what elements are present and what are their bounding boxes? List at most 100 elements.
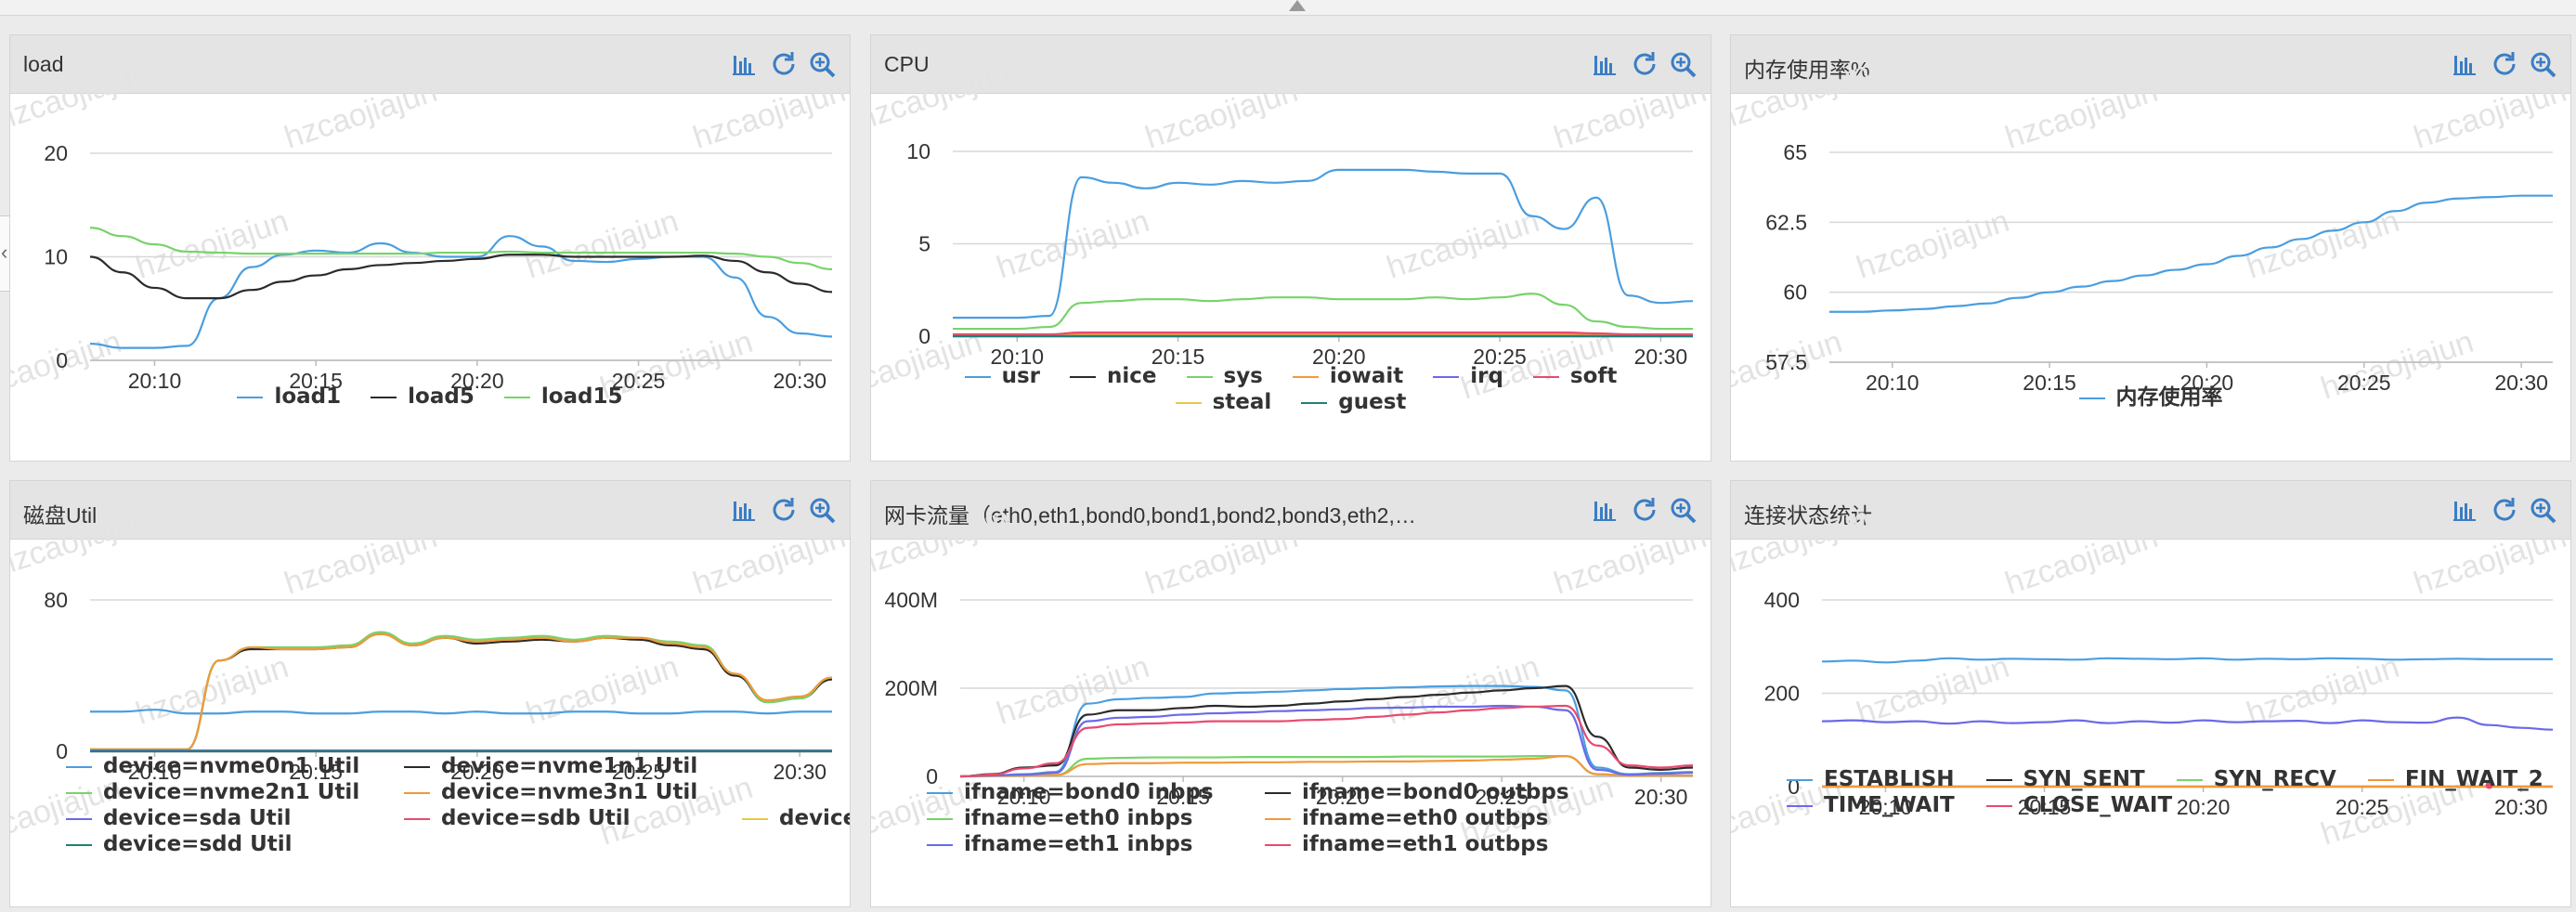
legend-item[interactable]: sys [1186, 364, 1263, 388]
chart-legend: 内存使用率 [1731, 379, 2570, 410]
legend-label: iowait [1329, 364, 1404, 388]
legend-item[interactable]: 内存使用率 [2078, 379, 2223, 410]
legend-swatch [371, 396, 397, 398]
legend-item[interactable]: ifname=bond0 inbps [927, 780, 1233, 804]
refresh-icon[interactable] [768, 495, 800, 525]
legend-item[interactable]: ifname=eth1 inbps [927, 832, 1233, 856]
legend-item[interactable]: SYN_SENT [1985, 767, 2145, 791]
legend-item[interactable]: irq [1433, 364, 1503, 388]
legend-label: guest [1338, 390, 1407, 414]
bar-chart-icon[interactable] [2450, 495, 2481, 525]
legend-item[interactable]: device=nvme1n1 Util [404, 754, 710, 778]
legend-swatch [742, 817, 768, 820]
watermark-text: hzcaojiajun [1383, 649, 1544, 732]
legend-swatch [1175, 401, 1202, 404]
legend-item[interactable]: guest [1301, 390, 1406, 414]
legend-item[interactable]: steal [1175, 390, 1272, 414]
legend-swatch [927, 843, 953, 846]
legend-item[interactable]: CLOSE_WAIT [1985, 793, 2172, 817]
refresh-icon[interactable] [768, 49, 800, 79]
collapse-arrow-icon[interactable] [1289, 0, 1306, 11]
legend-item[interactable]: load1 [237, 384, 341, 409]
top-bar [0, 0, 2576, 16]
legend-item[interactable]: device=nvme3n1 Util [404, 780, 710, 804]
legend-item[interactable]: device=nvme0n1 Util [66, 754, 372, 778]
legend-swatch [404, 791, 430, 794]
legend-label: load1 [274, 384, 342, 409]
chart-legend: device=nvme0n1 Util device=nvme1n1 Util de… [10, 754, 850, 858]
legend-item[interactable]: usr [964, 364, 1040, 388]
refresh-icon[interactable] [2489, 49, 2520, 79]
legend-swatch [964, 375, 991, 378]
legend-swatch [1301, 401, 1328, 404]
legend-swatch [404, 817, 430, 820]
legend-item[interactable]: ifname=bond0 outbps [1265, 780, 1571, 804]
refresh-icon[interactable] [2489, 495, 2520, 525]
legend-item[interactable]: device=sdb Util [404, 806, 710, 830]
series-line [1821, 716, 2554, 731]
legend-label: irq [1470, 364, 1503, 388]
chart-svg: hzcaojiajun hzcaojiajun hzcaojiajunhzcaoji… [1731, 501, 2570, 853]
legend-label: ifname=eth0 outbps [1302, 806, 1549, 830]
bar-chart-icon[interactable] [1590, 495, 1621, 525]
legend-item[interactable]: load5 [371, 384, 475, 409]
legend-item[interactable]: iowait [1292, 364, 1404, 388]
legend-item[interactable]: device=nvme2n1 Util [66, 780, 372, 804]
legend-swatch [1787, 804, 1813, 807]
legend-item[interactable]: SYN_RECV [2176, 767, 2336, 791]
watermark-text: hzcaojiajun [522, 649, 683, 732]
bar-chart-icon[interactable] [1590, 49, 1621, 79]
legend-item[interactable]: device=sdd Util [66, 832, 372, 856]
legend-swatch [503, 396, 530, 398]
legend-label: nice [1107, 364, 1157, 388]
legend-label: 内存使用率 [2115, 385, 2223, 410]
legend-item[interactable]: nice [1070, 364, 1157, 388]
legend-swatch [2176, 778, 2203, 781]
legend-swatch [1433, 375, 1460, 378]
legend-swatch [1265, 791, 1291, 794]
panel-cpu: CPU hzcaojiajun hzcaojiajun hzcaojiajun hzca… [870, 34, 1711, 462]
legend-swatch [2367, 778, 2394, 781]
watermark-text: hzcaojiajun [993, 203, 1154, 286]
bar-chart-icon[interactable] [729, 49, 761, 79]
watermark-text: hzcaojiajun [1383, 203, 1544, 286]
legend-swatch [66, 817, 92, 820]
legend-label: ifname=bond0 inbps [964, 780, 1214, 804]
watermark-text: hzcaojiajun [2243, 203, 2404, 286]
legend-item[interactable]: soft [1532, 364, 1617, 388]
series-line [959, 755, 1693, 778]
legend-item[interactable]: ESTABLISH [1787, 767, 1955, 791]
watermark-text: hzcaojiajun [2243, 649, 2404, 732]
legend-swatch [66, 843, 92, 846]
panel-network-traffic: 网卡流量（eth0,eth1,bond0,bond1,bond2,bond3,e… [870, 480, 1711, 907]
legend-item[interactable]: TIME_WAIT [1787, 793, 1955, 817]
chart-legend: ifname=bond0 inbps ifname=bond0 outbps ifn… [871, 780, 1711, 858]
legend-item[interactable]: device=sda Util [66, 806, 372, 830]
chart-legend: load1 load5 load15 [10, 384, 850, 410]
legend-label: device=nvme2n1 Util [103, 780, 360, 804]
legend-item[interactable]: load15 [503, 384, 623, 409]
refresh-icon[interactable] [1629, 49, 1660, 79]
panel-memory: 内存使用率% hzcaojiajun hzcaojiajun hzcaojiajun h… [1730, 34, 2571, 462]
legend-label: steal [1212, 390, 1272, 414]
legend-swatch [66, 791, 92, 794]
y-tick-label: 0 [918, 324, 930, 348]
refresh-icon[interactable] [1629, 495, 1660, 525]
legend-item[interactable]: ifname=eth0 outbps [1265, 806, 1571, 830]
bar-chart-icon[interactable] [729, 495, 761, 525]
legend-item[interactable]: ifname=eth0 inbps [927, 806, 1233, 830]
bar-chart-icon[interactable] [2450, 49, 2481, 79]
series-line [952, 293, 1693, 331]
legend-swatch [1186, 375, 1213, 378]
legend-label: device=sda Util [103, 806, 292, 830]
legend-item[interactable]: device=sdc Util [742, 806, 850, 830]
legend-item[interactable]: FIN_WAIT_2 [2367, 767, 2543, 791]
legend-label: SYN_RECV [2213, 767, 2336, 791]
series-line [1821, 657, 2553, 664]
legend-swatch [927, 791, 953, 794]
legend-item[interactable]: ifname=eth1 outbps [1265, 832, 1571, 856]
y-tick-label: 20 [44, 141, 68, 165]
y-tick-label: 57.5 [1765, 350, 1807, 374]
y-tick-label: 80 [44, 588, 68, 612]
y-tick-label: 65 [1783, 140, 1807, 164]
